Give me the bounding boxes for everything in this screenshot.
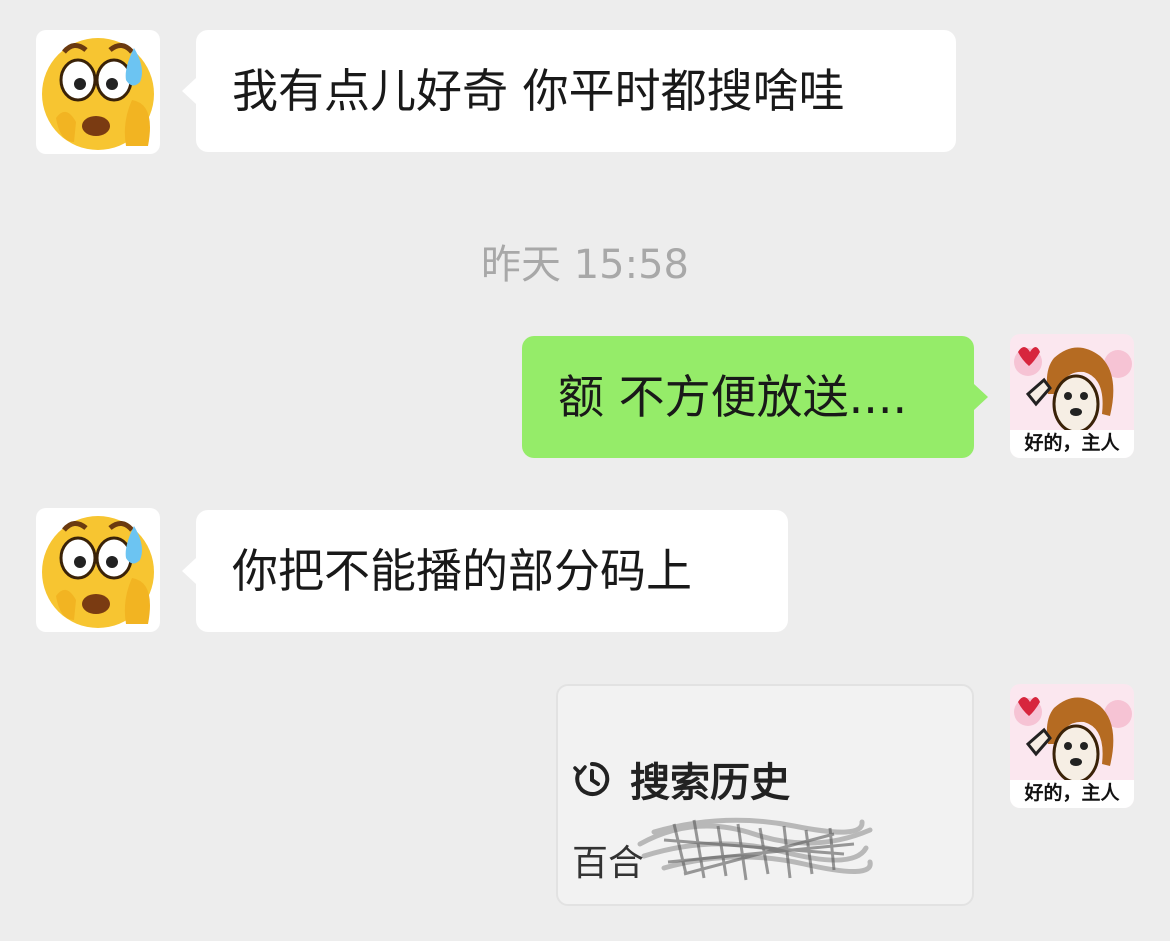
- contact-avatar[interactable]: [36, 30, 160, 154]
- message-bubble-incoming[interactable]: 我有点儿好奇 你平时都搜啥哇: [182, 30, 956, 152]
- shared-image-message[interactable]: 搜索历史 百合: [556, 684, 974, 906]
- message-timestamp: 昨天 15:58: [481, 242, 689, 288]
- my-avatar[interactable]: 好的，主人: [1010, 684, 1134, 808]
- message-bubble-outgoing[interactable]: 额 不方便放送....: [522, 336, 988, 458]
- my-avatar[interactable]: 好的，主人: [1010, 334, 1134, 458]
- history-clock-icon: [573, 761, 610, 796]
- anxious-emoji-icon: [36, 30, 160, 154]
- message-text: 你把不能播的部分码上: [232, 544, 692, 598]
- sticker-caption: 好的，主人: [1024, 782, 1120, 804]
- contact-avatar[interactable]: [36, 508, 160, 632]
- message-text: 我有点儿好奇 你平时都搜啥哇: [232, 64, 845, 118]
- anxious-emoji-icon: [36, 508, 160, 632]
- redaction-scribble: [637, 817, 873, 881]
- message-text: 额 不方便放送....: [558, 370, 908, 424]
- message-bubble-incoming[interactable]: 你把不能播的部分码上: [182, 510, 788, 632]
- sticker-caption: 好的，主人: [1024, 432, 1120, 454]
- search-history-title: 搜索历史: [630, 760, 790, 806]
- search-history-header: 搜索历史: [572, 750, 790, 808]
